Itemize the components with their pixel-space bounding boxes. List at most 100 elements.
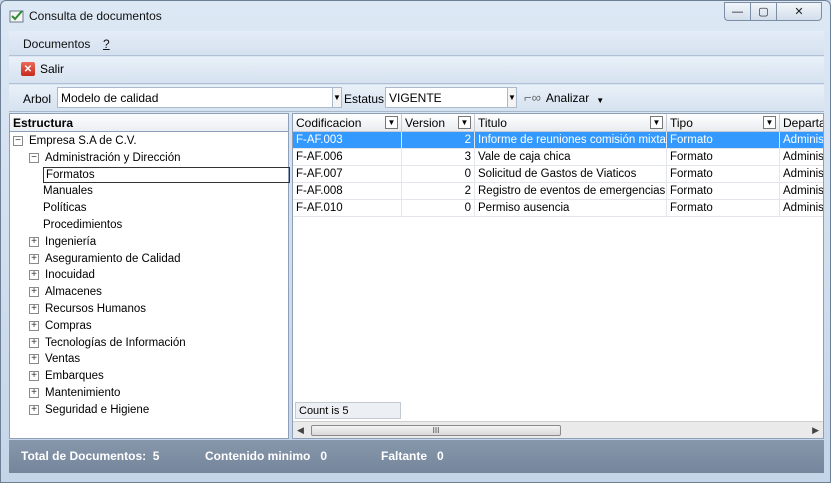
horizontal-scrollbar[interactable]: ◀ III ▶: [293, 421, 823, 438]
tree-node-label: Tecnologías de Información: [45, 336, 186, 349]
documents-grid: Codificacion ▼ Version ▼ Titulo ▼ Tipo ▼ Departa…: [292, 113, 824, 439]
expand-icon[interactable]: +: [29, 253, 39, 264]
arbol-select[interactable]: Modelo de calidad ▼: [57, 87, 342, 108]
close-x-icon: ✕: [21, 62, 35, 76]
tree-node[interactable]: + Compras: [29, 318, 92, 334]
table-cell: F-AF.008: [293, 183, 402, 200]
table-cell: Administ: [780, 149, 823, 166]
table-cell: Formato: [667, 149, 780, 166]
tree-node[interactable]: + Aseguramiento de Calidad: [29, 251, 181, 267]
dropdown-arrow-icon[interactable]: ▼: [596, 96, 604, 105]
tree-node[interactable]: + Inocuidad: [29, 267, 95, 283]
total-value: 5: [152, 449, 160, 463]
table-cell: F-AF.007: [293, 166, 402, 183]
filter-dropdown-icon[interactable]: ▼: [385, 116, 398, 129]
arbol-label: Arbol: [23, 92, 52, 106]
table-cell: 2: [402, 132, 475, 149]
expand-icon[interactable]: +: [29, 404, 39, 415]
exit-label: Salir: [40, 62, 65, 76]
expand-icon[interactable]: +: [29, 270, 39, 281]
expand-icon[interactable]: +: [29, 287, 39, 298]
tree-node[interactable]: − Administración y Dirección: [29, 150, 181, 166]
filter-dropdown-icon[interactable]: ▼: [763, 116, 776, 129]
faltante-label: Faltante: [381, 449, 428, 463]
table-cell: Administ: [780, 183, 823, 200]
minimize-button[interactable]: —: [724, 2, 751, 21]
scroll-left-icon[interactable]: ◀: [297, 425, 304, 436]
maximize-button[interactable]: ▢: [750, 2, 777, 21]
expand-icon[interactable]: +: [29, 320, 39, 331]
tree-node-label: Procedimientos: [43, 219, 123, 231]
contenido-label: Contenido minimo: [205, 449, 311, 463]
total-label: Total de Documentos:: [21, 449, 147, 463]
tree-node-label: Mantenimiento: [45, 387, 121, 399]
column-header[interactable]: Version ▼: [402, 114, 475, 132]
tree-node-label: Empresa S.A de C.V.: [29, 135, 137, 147]
column-header[interactable]: Departam: [780, 114, 823, 132]
analizar-button[interactable]: ⌐∞ Analizar ▼: [524, 90, 604, 105]
tree-node-label: Almacenes: [45, 286, 102, 299]
tree-header: Estructura: [10, 114, 288, 132]
tree-node-label: Inocuidad: [45, 269, 95, 282]
tree-node-label: Seguridad e Higiene: [45, 403, 150, 416]
expand-icon[interactable]: +: [29, 388, 39, 398]
column-header-label: Tipo: [670, 116, 693, 130]
expand-icon[interactable]: +: [29, 304, 39, 314]
scroll-right-icon[interactable]: ▶: [812, 425, 819, 436]
table-cell: Formato: [667, 200, 780, 217]
tree-node[interactable]: Procedimientos: [43, 217, 122, 233]
chevron-down-icon[interactable]: ▼: [332, 88, 341, 107]
faltante-value: 0: [437, 449, 444, 463]
expand-icon[interactable]: +: [29, 236, 39, 247]
table-cell: Administ: [780, 132, 823, 149]
tree-node[interactable]: + Almacenes: [29, 284, 102, 300]
tree-node[interactable]: + Mantenimiento: [29, 385, 120, 401]
column-header[interactable]: Titulo ▼: [475, 114, 667, 132]
tree-node[interactable]: + Embarques: [29, 368, 104, 384]
tree-node[interactable]: + Recursos Humanos: [29, 301, 146, 317]
tree-node-label: Ingeniería: [45, 235, 97, 248]
tree-node[interactable]: Políticas: [43, 200, 86, 216]
column-header[interactable]: Codificacion ▼: [293, 114, 402, 132]
column-header-label: Codificacion: [296, 116, 362, 130]
collapse-icon[interactable]: −: [13, 136, 23, 146]
tree-node-label: Aseguramiento de Calidad: [45, 252, 181, 265]
tree-node[interactable]: − Empresa S.A de C.V.: [13, 133, 137, 149]
table-cell: Registro de eventos de emergencias: [475, 183, 667, 200]
arbol-value: Modelo de calidad: [61, 91, 159, 105]
scroll-thumb[interactable]: III: [311, 425, 561, 436]
tree-node-label: Políticas: [43, 202, 87, 215]
estatus-select[interactable]: VIGENTE ▼: [385, 87, 517, 108]
column-header-label: Titulo: [478, 116, 507, 130]
table-cell: F-AF.003: [293, 132, 402, 149]
structure-tree: Estructura − Empresa S.A de C.V. − Administ…: [9, 113, 290, 439]
title-bar: Consulta de documentos — ▢ ✕: [1, 1, 830, 31]
expand-icon[interactable]: +: [29, 354, 39, 365]
chevron-down-icon[interactable]: ▼: [507, 88, 516, 107]
menu-bar: Documentos ?: [9, 31, 824, 56]
expand-icon[interactable]: +: [29, 371, 39, 382]
menu-help[interactable]: ?: [103, 37, 110, 51]
table-cell: Informe de reuniones comisión mixta de: [475, 132, 667, 149]
collapse-icon[interactable]: −: [29, 152, 39, 163]
filter-dropdown-icon[interactable]: ▼: [458, 116, 471, 129]
filter-dropdown-icon[interactable]: ▼: [650, 116, 663, 129]
table-cell: 3: [402, 149, 475, 166]
menu-documentos[interactable]: Documentos: [23, 37, 90, 51]
table-cell: Solicitud de Gastos de Viaticos: [475, 166, 667, 183]
exit-button[interactable]: ✕ Salir: [21, 62, 64, 76]
expand-icon[interactable]: +: [29, 337, 39, 348]
table-cell: 0: [402, 200, 475, 217]
tree-node-label: Embarques: [45, 370, 104, 383]
tree-node[interactable]: Formatos: [43, 166, 290, 183]
tree-node[interactable]: + Seguridad e Higiene: [29, 402, 149, 418]
tree-node[interactable]: + Tecnologías de Información: [29, 335, 186, 351]
column-header[interactable]: Tipo ▼: [667, 114, 780, 132]
total-documentos: Total de Documentos: 5: [21, 449, 159, 463]
tree-node[interactable]: + Ingeniería: [29, 234, 96, 250]
tree-node[interactable]: + Ventas: [29, 351, 80, 367]
close-button[interactable]: ✕: [776, 2, 822, 21]
contenido-minimo: Contenido minimo 0: [205, 449, 327, 463]
scroll-grip: III: [432, 426, 440, 435]
tree-node[interactable]: Manuales: [43, 183, 93, 199]
